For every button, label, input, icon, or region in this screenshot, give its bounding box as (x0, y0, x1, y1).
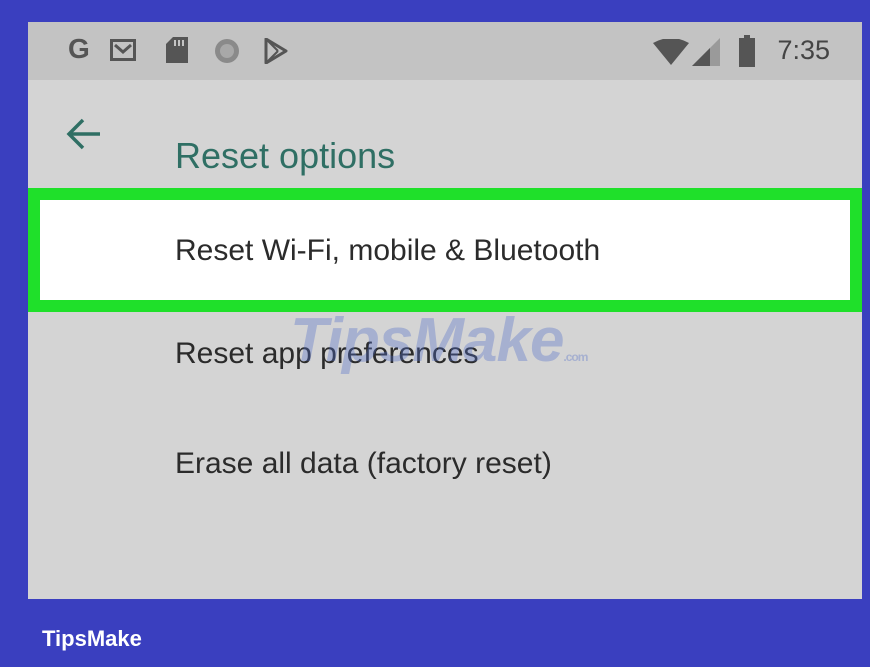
circle-icon (215, 39, 239, 63)
app-bar: Reset options (28, 80, 862, 190)
option-reset-network[interactable]: Reset Wi-Fi, mobile & Bluetooth (28, 188, 862, 312)
gmail-icon (110, 39, 136, 61)
signal-icon (692, 38, 720, 66)
wifi-icon (653, 39, 689, 65)
status-time: 7:35 (777, 35, 830, 65)
option-reset-app-preferences[interactable]: Reset app preferences (28, 300, 862, 410)
page-title: Reset options (175, 135, 396, 176)
option-factory-reset[interactable]: Erase all data (factory reset) (28, 410, 862, 520)
battery-icon (739, 35, 755, 67)
sd-card-icon (166, 37, 188, 63)
option-label: Reset app preferences (175, 337, 479, 370)
arrow-left-icon[interactable] (66, 118, 102, 150)
status-bar: G 7:35 (28, 22, 862, 80)
play-store-icon (264, 38, 288, 64)
option-label: Erase all data (factory reset) (175, 447, 552, 480)
phone-screen: G 7:35 Reset options Reset Wi-Fi, mobile… (28, 22, 862, 599)
option-label: Reset Wi-Fi, mobile & Bluetooth (175, 234, 601, 267)
google-icon: G (68, 33, 90, 64)
brand-label: TipsMake (42, 626, 142, 651)
